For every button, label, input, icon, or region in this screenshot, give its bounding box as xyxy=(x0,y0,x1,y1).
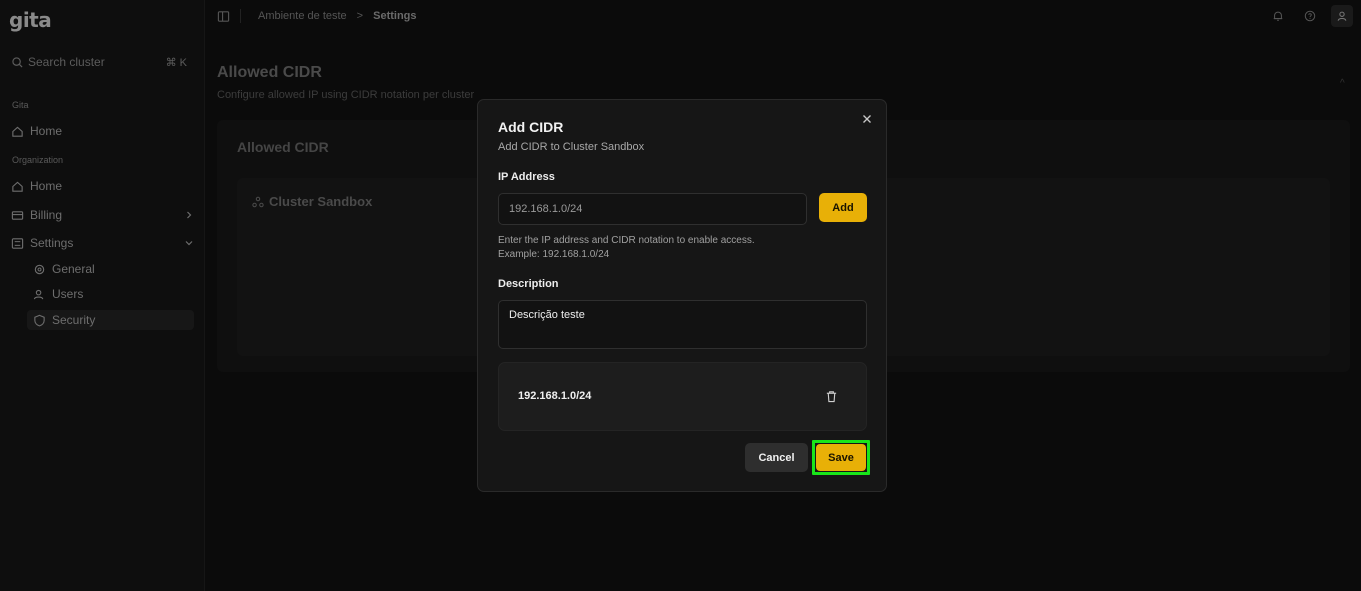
user-icon xyxy=(1337,11,1347,21)
cluster-title-text: Cluster Sandbox xyxy=(269,194,373,209)
chevron-down-icon xyxy=(185,241,193,246)
breadcrumb: Ambiente de teste > Settings xyxy=(217,9,417,23)
section-label-gita: Gita xyxy=(12,100,29,110)
add-button[interactable]: Add xyxy=(819,193,867,222)
search-placeholder: Search cluster xyxy=(28,55,105,69)
home-icon xyxy=(12,181,23,192)
chevron-up-icon[interactable]: ^ xyxy=(1340,78,1345,89)
bell-icon xyxy=(1273,11,1283,21)
settings-sliders-icon xyxy=(11,237,24,249)
search-icon xyxy=(12,56,23,68)
sidebar-item-label: Home xyxy=(30,124,63,138)
close-icon[interactable] xyxy=(860,112,874,126)
sidebar-item-gita-home[interactable]: Home xyxy=(11,121,194,141)
section-label-organization: Organization xyxy=(12,155,64,165)
user-menu-button[interactable] xyxy=(1331,5,1353,27)
breadcrumb-separator: > xyxy=(356,10,364,22)
sidebar-item-label: Users xyxy=(52,287,84,301)
help-button[interactable] xyxy=(1299,5,1321,27)
ip-hint: Enter the IP address and CIDR notation t… xyxy=(498,234,755,262)
add-cidr-dialog: Add CIDR Add CIDR to Cluster Sandbox IP … xyxy=(477,99,887,492)
gear-icon xyxy=(34,264,45,274)
chevron-right-icon xyxy=(187,211,192,219)
sidebar-item-label: Security xyxy=(52,313,96,327)
sidebar-toggle-icon[interactable] xyxy=(217,10,230,23)
sidebar: gita Search cluster ⌘ K Gita Home Organi… xyxy=(0,0,205,591)
notification-button[interactable] xyxy=(1267,5,1289,27)
cidr-list: 192.168.1.0/24 xyxy=(498,362,867,431)
sidebar-item-billing[interactable]: Billing xyxy=(11,205,194,225)
breadcrumb-env[interactable]: Ambiente de teste xyxy=(258,10,347,22)
dialog-subtitle: Add CIDR to Cluster Sandbox xyxy=(498,141,645,153)
ip-address-input[interactable] xyxy=(498,193,807,225)
gita-logo[interactable]: gita xyxy=(9,8,52,32)
home-icon xyxy=(12,126,23,137)
cluster-icon xyxy=(252,196,264,207)
dialog-title: Add CIDR xyxy=(498,119,564,135)
search-cluster[interactable]: Search cluster ⌘ K xyxy=(12,53,187,71)
breadcrumb-current: Settings xyxy=(373,10,417,22)
credit-card-icon xyxy=(11,210,24,220)
sidebar-item-security[interactable]: Security xyxy=(27,310,194,330)
description-textarea[interactable]: Descrição teste xyxy=(498,300,867,349)
ip-hint-line2: Example: 192.168.1.0/24 xyxy=(498,249,610,260)
cidr-list-item: 192.168.1.0/24 xyxy=(518,390,592,402)
card-title: Allowed CIDR xyxy=(237,139,329,155)
sidebar-item-label: Billing xyxy=(30,208,63,222)
divider xyxy=(240,9,248,23)
description-label: Description xyxy=(498,278,559,290)
sidebar-item-label: Home xyxy=(30,179,63,193)
page-title: Allowed CIDR xyxy=(217,64,322,81)
help-circle-icon xyxy=(1304,10,1316,22)
sidebar-item-label: Settings xyxy=(30,236,74,250)
page-subtitle: Configure allowed IP using CIDR notation… xyxy=(217,89,475,101)
sidebar-item-settings[interactable]: Settings xyxy=(11,233,194,253)
sidebar-item-label: General xyxy=(52,262,95,276)
trash-icon[interactable] xyxy=(825,390,838,403)
ip-hint-line1: Enter the IP address and CIDR notation t… xyxy=(498,235,755,246)
users-icon xyxy=(33,289,44,299)
top-actions xyxy=(1267,5,1353,27)
shield-icon xyxy=(34,314,45,326)
cluster-title: Cluster Sandbox xyxy=(252,194,372,209)
sidebar-item-general[interactable]: General xyxy=(27,259,194,279)
ip-address-label: IP Address xyxy=(498,171,555,183)
search-shortcut: ⌘ K xyxy=(165,56,187,69)
top-bar: Ambiente de teste > Settings xyxy=(205,0,1361,32)
save-button[interactable]: Save xyxy=(816,444,866,471)
sidebar-item-users[interactable]: Users xyxy=(27,284,194,304)
sidebar-item-org-home[interactable]: Home xyxy=(11,176,194,196)
cancel-button[interactable]: Cancel xyxy=(745,443,808,472)
